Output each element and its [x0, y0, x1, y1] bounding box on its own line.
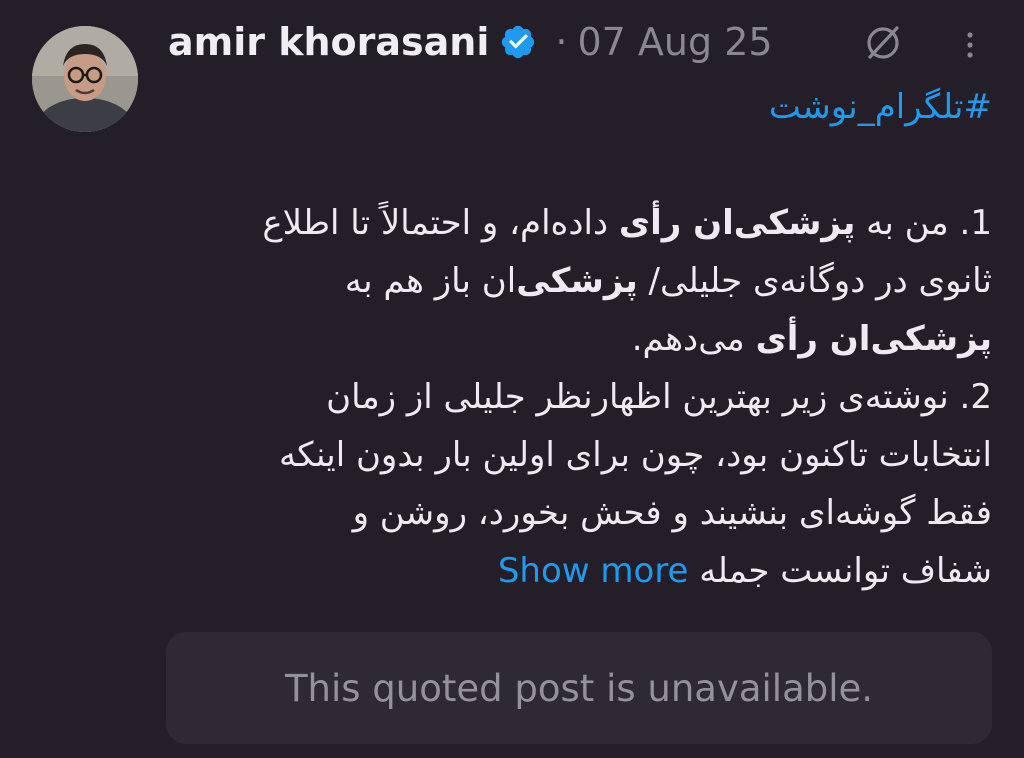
last-line-text: شفاف توانست جمله — [699, 551, 992, 591]
avatar[interactable] — [32, 26, 138, 132]
text-line: ثانوی در دوگانه‌ی جلیلی/ پزشکی‌ان باز هم… — [150, 252, 992, 310]
more-vertical-icon[interactable] — [955, 22, 985, 66]
text-segment: 2. نوشته‌ی زیر بهترین اظهارنظر جلیلی از … — [326, 377, 992, 417]
hashtag-link[interactable]: #تلگرام_نوشت — [150, 78, 992, 136]
quoted-post-card[interactable]: This quoted post is unavailable. — [166, 632, 992, 744]
grok-icon[interactable] — [860, 20, 906, 66]
text-line: 1. من به پزشکی‌ان رأی داده‌ام، و احتمالا… — [150, 194, 992, 252]
text-segment: 1. من به — [855, 203, 992, 243]
text-segment: داده‌ام، و احتمالاً تا اطلاع — [262, 203, 619, 243]
tweet-header: amir khorasani · 07 Aug 25 — [168, 16, 773, 68]
text-line-last: شفاف توانست جمله Show more — [150, 542, 992, 600]
author-name[interactable]: amir khorasani — [168, 20, 489, 64]
quoted-post-message: This quoted post is unavailable. — [284, 666, 874, 710]
text-segment: ثانوی در دوگانه‌ی جلیلی/ — [637, 261, 992, 301]
tweet-lines: 1. من به پزشکی‌ان رأی داده‌ام، و احتمالا… — [150, 194, 992, 542]
bold-text: پزشکی‌ان رأی — [618, 203, 856, 243]
show-more-link[interactable]: Show more — [498, 551, 689, 591]
verified-badge-icon[interactable] — [499, 23, 537, 61]
text-line: 2. نوشته‌ی زیر بهترین اظهارنظر جلیلی از … — [150, 368, 992, 426]
text-segment: ان باز هم به — [344, 261, 517, 301]
text-line: پزشکی‌ان رأی می‌دهم. — [150, 310, 992, 368]
bold-text: پزشکی‌ان رأی — [755, 319, 992, 359]
text-line: فقط گوشه‌ای بنشیند و فحش بخورد، روشن و — [150, 484, 992, 542]
tweet-text: #تلگرام_نوشت 1. من به پزشکی‌ان رأی داده‌… — [150, 78, 992, 600]
post-date[interactable]: 07 Aug 25 — [577, 20, 772, 64]
text-segment: انتخابات تاکنون بود، چون برای اولین بار … — [278, 435, 992, 475]
text-segment: می‌دهم. — [631, 319, 756, 359]
bold-text: پزشکی‌ — [516, 261, 638, 301]
text-segment: فقط گوشه‌ای بنشیند و فحش بخورد، روشن و — [352, 493, 992, 533]
separator-dot: · — [555, 20, 568, 64]
text-line: انتخابات تاکنون بود، چون برای اولین بار … — [150, 426, 992, 484]
